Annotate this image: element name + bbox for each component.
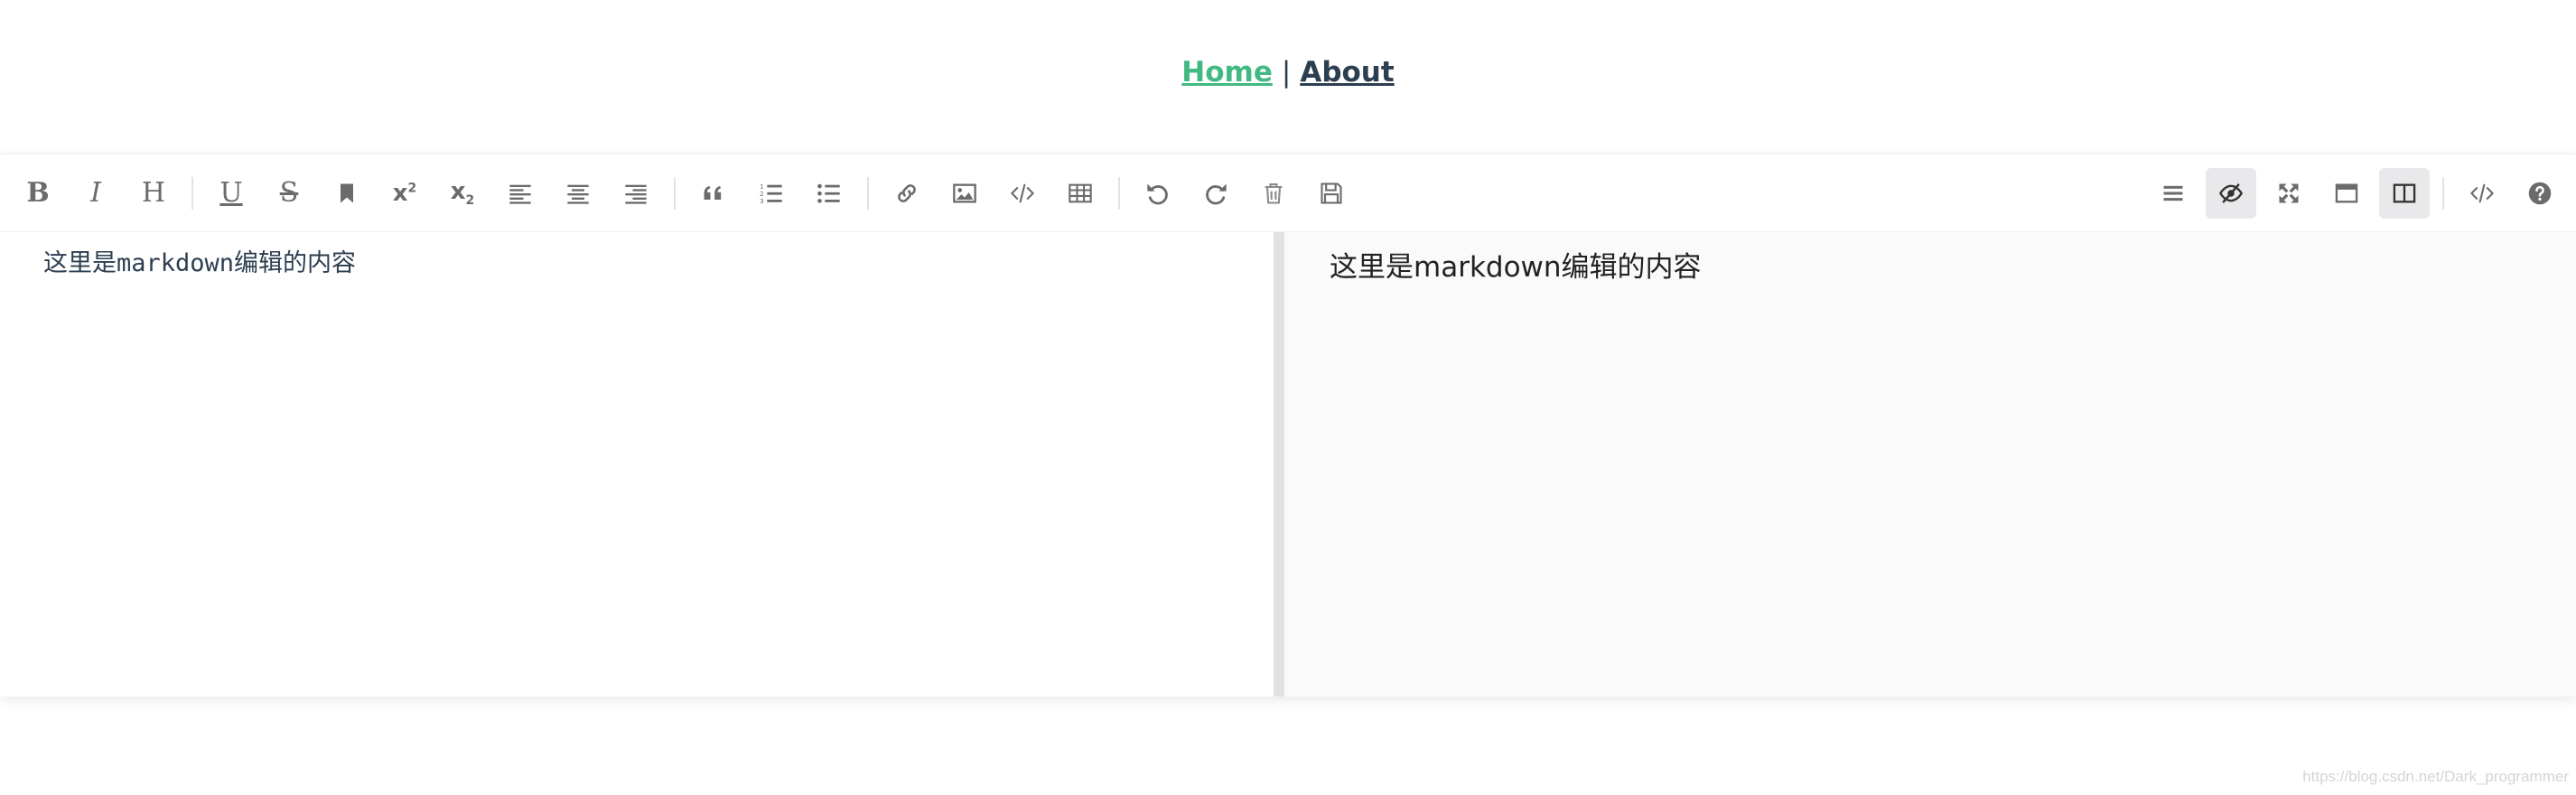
pane-splitter <box>1274 232 1284 697</box>
subfield-button[interactable] <box>2379 168 2430 219</box>
toolbar-left: B I H U S x2 x2 1 2 3 <box>9 154 1360 232</box>
code-icon <box>1011 183 1034 203</box>
redo-button[interactable] <box>1190 168 1241 219</box>
html-code-button[interactable] <box>2457 168 2507 219</box>
ordered-list-icon: 123 <box>760 183 782 205</box>
undo-icon <box>1147 183 1168 205</box>
italic-icon: I <box>90 177 101 209</box>
subscript-button[interactable]: x2 <box>437 168 488 219</box>
header-icon: H <box>141 177 166 209</box>
markdown-source-text[interactable]: 这里是markdown编辑的内容 <box>43 247 1230 281</box>
bold-icon: B <box>26 177 50 209</box>
redo-icon <box>1206 183 1227 205</box>
superscript-button[interactable]: x2 <box>379 168 430 219</box>
table-button[interactable] <box>1055 168 1106 219</box>
link-button[interactable] <box>882 168 932 219</box>
svg-text:1: 1 <box>760 183 763 191</box>
image-button[interactable] <box>939 168 990 219</box>
fullscreen-button[interactable] <box>2263 168 2314 219</box>
subscript-index: 2 <box>465 193 475 209</box>
quote-button[interactable] <box>688 168 739 219</box>
align-center-button[interactable] <box>553 168 603 219</box>
bookmark-icon <box>341 183 353 203</box>
svg-text:2: 2 <box>760 191 763 198</box>
align-center-icon <box>567 184 589 204</box>
superscript-base: x <box>392 180 408 207</box>
superscript-index: 2 <box>407 181 417 196</box>
nav-separator: | <box>1281 56 1292 89</box>
align-left-icon <box>509 184 531 204</box>
subfield-icon <box>2393 183 2416 203</box>
help-button[interactable] <box>2515 168 2565 219</box>
navigation-button[interactable] <box>2148 168 2198 219</box>
save-button[interactable] <box>1306 168 1357 219</box>
quote-icon <box>704 185 722 200</box>
nav-home-link[interactable]: Home <box>1181 56 1273 89</box>
markdown-preview-text: 这里是markdown编辑的内容 <box>1330 251 1702 284</box>
toolbar-divider <box>1118 177 1120 210</box>
navigation-icon <box>2163 185 2183 201</box>
help-icon <box>2528 182 2552 205</box>
italic-button[interactable]: I <box>70 168 121 219</box>
read-mode-icon <box>2335 183 2358 203</box>
markdown-preview-pane: 这里是markdown编辑的内容 <box>1284 232 2576 697</box>
svg-text:3: 3 <box>760 198 763 205</box>
editor-toolbar: B I H U S x2 x2 1 2 3 <box>0 154 2576 232</box>
markdown-editor: B I H U S x2 x2 1 2 3 这里是markdown编辑的内容 这… <box>0 154 2576 697</box>
nav-about-link[interactable]: About <box>1300 56 1394 89</box>
code-button[interactable] <box>997 168 1048 219</box>
html-code-icon <box>2470 183 2494 203</box>
align-right-icon <box>625 184 647 204</box>
image-icon <box>953 183 976 203</box>
preview-toggle-button[interactable] <box>2206 168 2256 219</box>
unordered-list-icon <box>817 183 840 203</box>
superscript-icon: x2 <box>393 182 417 205</box>
strikethrough-icon: S <box>279 177 299 209</box>
trash-button[interactable] <box>1248 168 1299 219</box>
align-right-button[interactable] <box>611 168 661 219</box>
toolbar-divider <box>674 177 676 210</box>
fullscreen-icon <box>2279 183 2299 203</box>
top-nav: Home | About <box>0 56 2576 89</box>
read-mode-button[interactable] <box>2321 168 2372 219</box>
subscript-base: x <box>450 177 466 205</box>
strikethrough-button[interactable]: S <box>264 168 314 219</box>
save-icon <box>1321 182 1342 204</box>
bookmark-button[interactable] <box>322 168 372 219</box>
markdown-input-pane[interactable]: 这里是markdown编辑的内容 <box>0 232 1274 697</box>
underline-icon: U <box>219 177 243 209</box>
toolbar-right <box>2144 154 2569 232</box>
toolbar-divider <box>867 177 869 210</box>
underline-button[interactable]: U <box>206 168 257 219</box>
subscript-icon: x2 <box>451 180 475 207</box>
link-icon <box>898 184 916 202</box>
trash-icon <box>1265 183 1283 204</box>
table-icon <box>1069 183 1092 203</box>
watermark: https://blog.csdn.net/Dark_programmer <box>2302 768 2569 785</box>
unordered-list-button[interactable] <box>804 168 854 219</box>
bold-button[interactable]: B <box>13 168 63 219</box>
preview-toggle-icon <box>2218 183 2244 203</box>
toolbar-divider <box>2442 177 2444 210</box>
header-button[interactable]: H <box>128 168 179 219</box>
undo-button[interactable] <box>1133 168 1183 219</box>
align-left-button[interactable] <box>495 168 546 219</box>
toolbar-divider <box>191 177 193 210</box>
ordered-list-button[interactable]: 123 <box>746 168 797 219</box>
